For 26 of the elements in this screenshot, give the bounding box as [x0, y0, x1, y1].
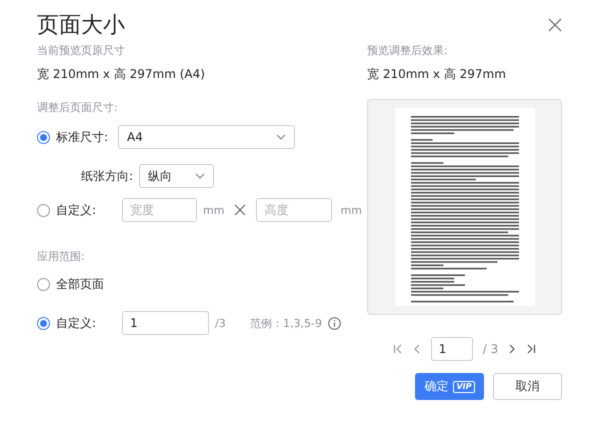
dialog-title: 页面大小: [37, 12, 125, 40]
section-label: 调整后页面尺寸:: [37, 101, 119, 115]
confirm-button[interactable]: 确定 VIP: [415, 373, 484, 400]
vip-badge: VIP: [453, 380, 475, 392]
original-size-text: 宽 210mm x 高 297mm (A4): [37, 66, 206, 82]
unit-label: mm: [203, 204, 224, 216]
option-label: 自定义:: [56, 202, 96, 218]
option-label: 标准尺寸:: [56, 128, 108, 146]
height-field[interactable]: 高度: [256, 198, 332, 222]
example-hint: 范例：1,3,5-9: [250, 316, 322, 330]
orientation-select[interactable]: 纵向: [139, 164, 214, 188]
page-total: /3: [215, 316, 226, 330]
option-label: 自定义:: [56, 314, 96, 332]
page-number-field[interactable]: 1: [430, 337, 473, 361]
page-range-field[interactable]: 1: [122, 311, 210, 335]
section-label: 预览调整后效果:: [367, 44, 449, 58]
section-label: 应用范围:: [37, 250, 86, 264]
paper-size-select[interactable]: A4: [118, 125, 296, 149]
cancel-button[interactable]: 取消: [493, 373, 562, 400]
width-field[interactable]: 宽度: [122, 198, 198, 222]
unit-label: mm: [340, 204, 362, 216]
section-label: 当前预览页原尺寸: [37, 44, 126, 58]
option-label: 全部页面: [56, 276, 104, 293]
page-total: / 3: [482, 342, 498, 356]
orientation-label: 纸张方向:: [81, 168, 134, 184]
preview-size-text: 宽 210mm x 高 297mm: [367, 66, 507, 82]
